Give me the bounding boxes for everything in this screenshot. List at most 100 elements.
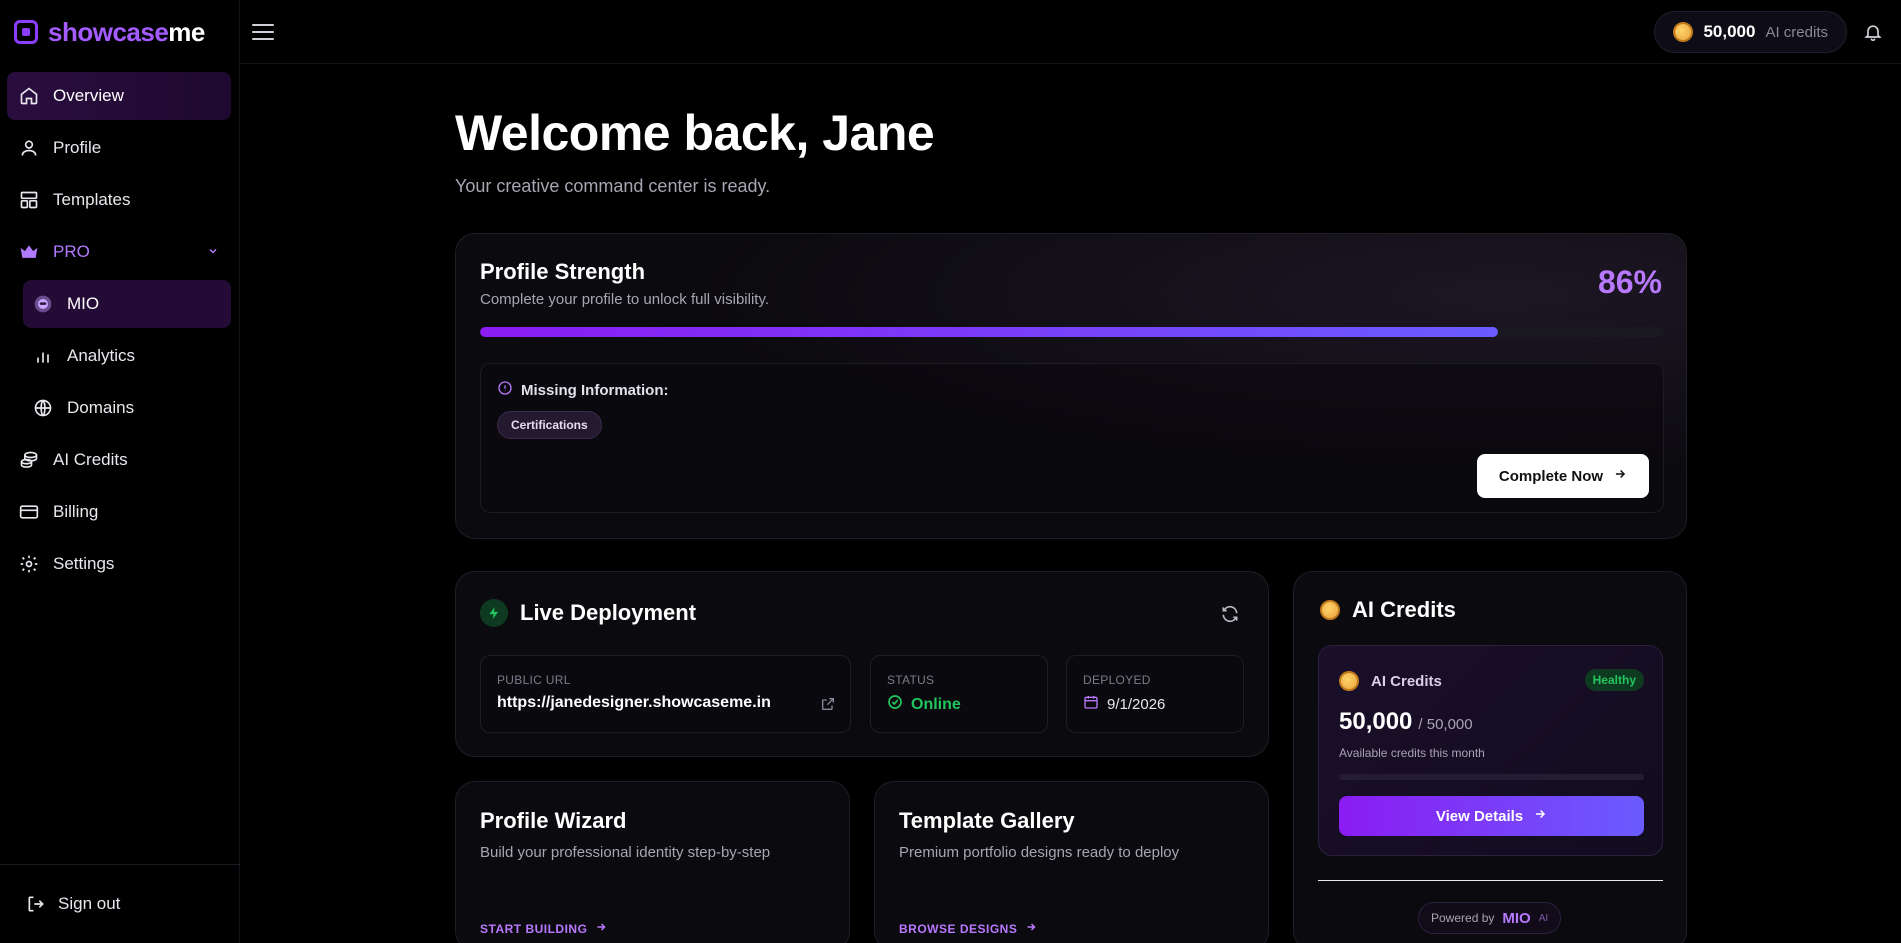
external-link-icon[interactable] — [820, 696, 836, 712]
missing-tag: Certifications — [497, 411, 602, 439]
sidebar-item-ai-credits[interactable]: AI Credits — [7, 436, 231, 484]
powered-by-label: Powered by — [1431, 911, 1495, 925]
lightning-icon — [480, 599, 508, 627]
bell-icon[interactable] — [1863, 22, 1883, 42]
sidebar-item-settings[interactable]: Settings — [7, 540, 231, 588]
deployed-key: DEPLOYED — [1083, 673, 1151, 687]
powered-by-ai: AI — [1538, 912, 1549, 924]
home-icon — [19, 86, 39, 106]
status-badge: Healthy — [1584, 669, 1644, 691]
profile-strength-bar-fill — [480, 327, 1499, 337]
missing-info-header: Missing Information: — [497, 380, 669, 400]
template-gallery-card[interactable]: Template Gallery Premium portfolio desig… — [874, 781, 1269, 943]
info-icon — [497, 380, 513, 400]
browse-designs-label: BROWSE DESIGNS — [899, 921, 1018, 936]
powered-by-badge: Powered by MIO AI — [1418, 902, 1562, 934]
globe-icon — [33, 398, 53, 418]
mio-icon — [33, 294, 53, 314]
profile-wizard-card[interactable]: Profile Wizard Build your professional i… — [455, 781, 850, 943]
coin-icon — [1320, 600, 1340, 620]
profile-strength-title: Profile Strength — [480, 259, 646, 284]
ai-credits-panel-label: AI Credits — [1371, 672, 1442, 690]
complete-now-button[interactable]: Complete Now — [1477, 454, 1649, 498]
coin-icon — [1339, 671, 1359, 691]
sign-out-button[interactable]: Sign out — [0, 864, 240, 943]
credits-value: 50,000 — [1703, 22, 1756, 41]
complete-now-label: Complete Now — [1498, 467, 1604, 485]
page-subtitle: Your creative command center is ready. — [455, 176, 771, 196]
start-building-link[interactable]: START BUILDING — [480, 921, 607, 936]
arrow-right-icon — [1613, 467, 1627, 485]
credits-amount: 50,000 / 50,000 — [1339, 708, 1473, 736]
sidebar-item-overview[interactable]: Overview — [7, 72, 231, 120]
view-details-label: View Details — [1435, 807, 1524, 825]
status-value: Online — [887, 694, 961, 715]
sidebar-item-templates[interactable]: Templates — [7, 176, 231, 224]
divider — [1318, 880, 1663, 881]
brand[interactable]: showcaseme — [14, 14, 205, 50]
refresh-icon[interactable] — [1220, 604, 1240, 624]
sidebar-item-mio[interactable]: MIO — [23, 280, 231, 328]
deployed-value: 9/1/2026 — [1083, 694, 1165, 714]
sidebar-item-label: Templates — [53, 190, 131, 209]
sidebar-item-label: Analytics — [67, 346, 136, 365]
sidebar-item-analytics[interactable]: Analytics — [23, 332, 231, 380]
chevron-down-icon — [207, 244, 219, 260]
deployed-box: DEPLOYED 9/1/2026 — [1066, 655, 1244, 733]
status-key: STATUS — [887, 673, 935, 687]
credits-amount-value: 50,000 — [1339, 708, 1413, 735]
sidebar-nav: Overview Profile Templates PRO MIO Analy… — [7, 72, 231, 592]
ai-credits-header: AI Credits — [1320, 597, 1456, 623]
browse-designs-link[interactable]: BROWSE DESIGNS — [899, 921, 1037, 936]
logo-icon — [14, 20, 38, 44]
public-url-value[interactable]: https://janedesigner.showcaseme.in — [497, 694, 771, 712]
bar-chart-icon — [33, 346, 53, 366]
coin-icon — [1673, 22, 1694, 42]
credits-pill[interactable]: 50,000 AI credits — [1654, 11, 1847, 53]
sidebar-item-label: MIO — [67, 294, 100, 313]
view-details-button[interactable]: View Details — [1339, 796, 1644, 836]
sidebar-item-label: Domains — [67, 398, 135, 417]
app-root: showcaseme Overview Profile Templates PR… — [0, 0, 1901, 943]
sidebar-item-label: Profile — [53, 138, 102, 157]
arrow-right-icon — [595, 921, 607, 936]
sidebar-item-billing[interactable]: Billing — [7, 488, 231, 536]
calendar-icon — [1083, 694, 1099, 714]
page-title: Welcome back, Jane — [455, 105, 935, 161]
profile-wizard-desc: Build your professional identity step-by… — [480, 844, 771, 861]
credits-label: AI credits — [1765, 23, 1828, 41]
live-deployment-card: Live Deployment PUBLIC URL https://janed… — [455, 571, 1269, 757]
templates-icon — [19, 190, 39, 210]
profile-strength-percent: 86% — [1597, 264, 1662, 300]
sidebar-item-label: PRO — [53, 242, 90, 261]
missing-info-label: Missing Information: — [521, 381, 669, 399]
gear-icon — [19, 554, 39, 574]
live-deployment-header: Live Deployment — [480, 599, 696, 627]
public-url-box: PUBLIC URL https://janedesigner.showcase… — [480, 655, 851, 733]
sign-out-label: Sign out — [58, 894, 121, 913]
ai-credits-panel-header: AI Credits — [1339, 671, 1442, 691]
public-url-key: PUBLIC URL — [497, 673, 571, 687]
coins-icon — [19, 450, 39, 470]
ai-credits-panel: AI Credits Healthy 50,000 / 50,000 Avail… — [1318, 645, 1663, 856]
powered-by-name: MIO — [1502, 909, 1531, 927]
profile-strength-bar — [480, 327, 1664, 337]
sidebar-item-label: Overview — [53, 86, 124, 105]
sidebar-item-label: Billing — [53, 502, 99, 521]
status-text: Online — [911, 695, 961, 713]
profile-wizard-title: Profile Wizard — [480, 808, 627, 833]
sidebar-item-pro[interactable]: PRO — [7, 228, 231, 276]
sidebar: showcaseme Overview Profile Templates PR… — [0, 0, 240, 943]
sidebar-item-domains[interactable]: Domains — [23, 384, 231, 432]
status-box: STATUS Online — [870, 655, 1048, 733]
sidebar-item-profile[interactable]: Profile — [7, 124, 231, 172]
missing-info-panel: Missing Information: Certifications Comp… — [480, 363, 1664, 513]
log-out-icon — [26, 894, 46, 914]
arrow-right-icon — [1025, 921, 1037, 936]
template-gallery-desc: Premium portfolio designs ready to deplo… — [899, 844, 1180, 861]
start-building-label: START BUILDING — [480, 921, 588, 936]
live-deployment-title: Live Deployment — [520, 600, 697, 625]
credit-card-icon — [19, 502, 39, 522]
sidebar-item-label: AI Credits — [53, 450, 128, 469]
pro-submenu: MIO Analytics Domains — [23, 280, 231, 432]
